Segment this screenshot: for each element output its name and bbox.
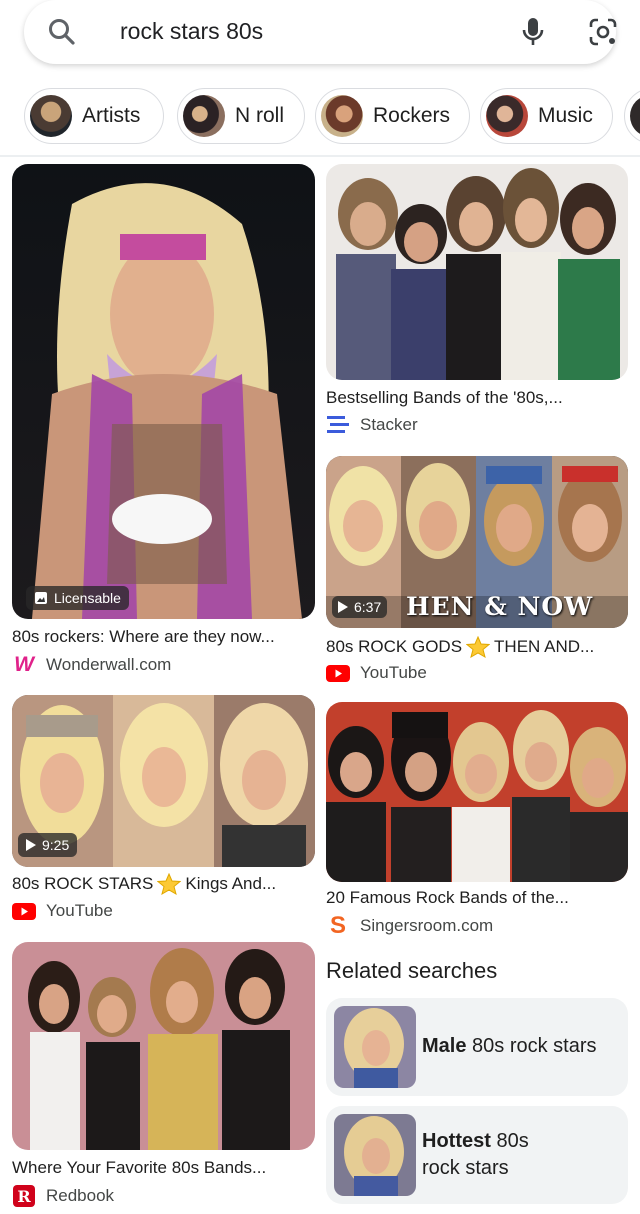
chip-more[interactable] bbox=[624, 88, 640, 144]
result-image[interactable] bbox=[326, 702, 628, 882]
related-rest-text: 80s rock stars bbox=[472, 1035, 597, 1057]
result-image[interactable] bbox=[326, 164, 628, 380]
search-bar[interactable]: rock stars 80s bbox=[24, 0, 619, 64]
result-image[interactable] bbox=[12, 942, 315, 1150]
chip-thumbnail bbox=[630, 95, 640, 137]
youtube-logo-icon bbox=[326, 662, 350, 684]
chip-rockers[interactable]: Rockers bbox=[315, 88, 470, 144]
title-part: 80s ROCK STARS bbox=[12, 874, 154, 893]
related-rest-text: 80s bbox=[496, 1130, 529, 1152]
title-part: 80s ROCK GODS bbox=[326, 637, 463, 656]
svg-text:R: R bbox=[17, 1187, 31, 1206]
chip-label: Rockers bbox=[373, 104, 451, 127]
chip-artists[interactable]: Artists bbox=[24, 88, 164, 144]
result-title[interactable]: 80s rockers: Where are they now... bbox=[12, 627, 275, 647]
duration-label: 6:37 bbox=[354, 599, 382, 615]
redbook-logo-icon: R bbox=[12, 1185, 36, 1207]
related-bold-text: Hottest bbox=[422, 1130, 491, 1152]
related-thumbnail bbox=[334, 1006, 416, 1088]
result-image[interactable] bbox=[12, 164, 315, 619]
chip-label: N roll bbox=[235, 104, 285, 127]
google-lens-icon[interactable] bbox=[587, 16, 619, 48]
chip-music[interactable]: Music bbox=[480, 88, 613, 144]
result-title[interactable]: Bestselling Bands of the '80s,... bbox=[326, 388, 563, 408]
source-label: Stacker bbox=[360, 415, 418, 434]
related-search-label: Male 80s rock stars bbox=[422, 1033, 597, 1060]
badge-label: Licensable bbox=[54, 590, 121, 606]
chip-thumbnail bbox=[183, 95, 225, 137]
thumbnail-overlay-text: HEN & NOW bbox=[406, 592, 594, 621]
source-label: YouTube bbox=[360, 663, 427, 682]
result-title[interactable]: 20 Famous Rock Bands of the... bbox=[326, 888, 569, 908]
image-result-singersroom[interactable]: 20 Famous Rock Bands of the... S Singers… bbox=[326, 702, 628, 942]
image-result-redbook[interactable]: Where Your Favorite 80s Bands... R Redbo… bbox=[12, 942, 315, 1214]
singersroom-logo-icon: S bbox=[329, 912, 346, 939]
play-icon bbox=[338, 601, 348, 613]
video-duration-badge: 9:25 bbox=[18, 833, 78, 857]
image-result-stacker[interactable]: Bestselling Bands of the '80s,... Stacke… bbox=[326, 164, 628, 444]
related-search-male-80s-rock-stars[interactable]: Male 80s rock stars bbox=[326, 998, 628, 1096]
related-search-hottest-80s-rock-stars[interactable]: Hottest 80s rock stars bbox=[326, 1106, 628, 1204]
video-duration-badge: 6:37 bbox=[332, 596, 388, 618]
result-source[interactable]: R Redbook bbox=[12, 1185, 114, 1207]
video-result-youtube-rock-gods[interactable]: HEN & NOW 6:37 80s ROCK GODS THEN AND...… bbox=[326, 456, 628, 688]
source-label: Redbook bbox=[46, 1186, 115, 1205]
chip-label: Music bbox=[538, 104, 593, 127]
chips-divider bbox=[0, 155, 640, 157]
result-source[interactable]: W Wonderwall.com bbox=[12, 653, 172, 676]
youtube-logo-icon bbox=[12, 900, 36, 922]
search-query[interactable]: rock stars 80s bbox=[120, 18, 263, 45]
related-rest-text: rock stars bbox=[422, 1157, 509, 1179]
chip-n-roll[interactable]: N roll bbox=[177, 88, 305, 144]
star-emoji-icon bbox=[157, 873, 182, 895]
result-source[interactable]: S Singersroom.com bbox=[326, 912, 494, 939]
chip-thumbnail bbox=[486, 95, 528, 137]
title-part: Kings And... bbox=[185, 874, 277, 893]
licensable-badge: Licensable bbox=[26, 586, 129, 610]
result-source[interactable]: Stacker bbox=[326, 414, 418, 436]
result-title[interactable]: 80s ROCK GODS THEN AND... bbox=[326, 636, 594, 658]
chip-thumbnail bbox=[30, 95, 72, 137]
result-source[interactable]: YouTube bbox=[12, 900, 113, 922]
play-icon bbox=[26, 839, 36, 851]
video-result-youtube-rock-stars[interactable]: 9:25 80s ROCK STARS Kings And... YouTube bbox=[12, 695, 315, 925]
image-result-wonderwall[interactable]: Licensable 80s rockers: Where are they n… bbox=[12, 164, 315, 684]
related-bold-text: Male bbox=[422, 1035, 467, 1057]
result-title[interactable]: Where Your Favorite 80s Bands... bbox=[12, 1158, 266, 1178]
star-emoji-icon bbox=[466, 636, 491, 658]
related-searches-heading: Related searches bbox=[326, 958, 498, 983]
image-icon bbox=[35, 592, 47, 604]
stacker-logo-icon bbox=[326, 414, 350, 436]
duration-label: 9:25 bbox=[42, 837, 70, 853]
title-part: THEN AND... bbox=[494, 637, 595, 656]
wonderwall-logo-icon: W bbox=[14, 653, 34, 676]
source-label: Wonderwall.com bbox=[46, 655, 172, 674]
chip-thumbnail bbox=[321, 95, 363, 137]
related-search-label: Hottest 80s rock stars bbox=[422, 1128, 529, 1182]
source-label: YouTube bbox=[46, 901, 113, 920]
related-thumbnail bbox=[334, 1114, 416, 1196]
chip-label: Artists bbox=[82, 104, 141, 127]
search-icon[interactable] bbox=[46, 16, 78, 48]
filter-chips: Artists N roll Rockers Music bbox=[0, 88, 640, 146]
source-label: Singersroom.com bbox=[360, 916, 494, 935]
microphone-icon[interactable] bbox=[518, 16, 548, 48]
result-source[interactable]: YouTube bbox=[326, 662, 427, 684]
result-title[interactable]: 80s ROCK STARS Kings And... bbox=[12, 873, 276, 895]
